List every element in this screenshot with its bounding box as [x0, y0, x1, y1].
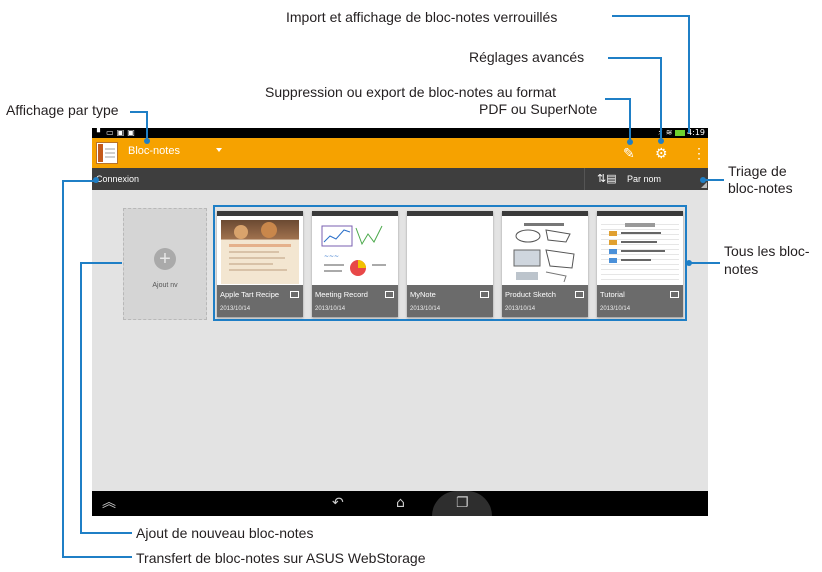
notebook-date: 2013/10/14 — [315, 306, 346, 312]
leader-line — [612, 15, 690, 17]
product-sketch-thumbnail — [513, 223, 575, 283]
callout-lock-import: Import et affichage de bloc-notes verrou… — [286, 9, 558, 25]
home-icon[interactable]: ⌂ — [396, 495, 405, 511]
battery-icon — [675, 129, 686, 136]
notebook-footer: Apple Tart Recipe 2013/10/14 — [217, 285, 303, 317]
leader-line — [82, 262, 122, 264]
type-dropdown[interactable]: Bloc-notes — [128, 145, 222, 157]
leader-line — [608, 57, 662, 59]
navigation-bar: ︽ ↶ ⌂ ❐ — [92, 491, 708, 516]
action-bar: Bloc-notes ✎ ⚙ ⋮ — [92, 138, 708, 168]
notebook-card[interactable]: ~~~ Meeting Record 2013/10/14 — [312, 211, 398, 317]
notebook-name: Apple Tart Recipe — [220, 290, 280, 299]
notebook-list: Apple Tart Recipe 2013/10/14 ~~~ Meeting… — [213, 205, 687, 321]
login-button[interactable]: Connexion — [96, 174, 139, 184]
notebook-card[interactable]: Tutorial 2013/10/14 — [597, 211, 683, 317]
callout-delete-export-1: Suppression ou export de bloc-notes au f… — [265, 84, 557, 100]
notebook-thumbnail — [601, 220, 679, 284]
notebook-thumbnail — [221, 220, 299, 284]
notebook-spine — [407, 211, 493, 216]
back-icon[interactable]: ↶ — [332, 495, 344, 511]
svg-text:~~~: ~~~ — [324, 253, 339, 260]
add-notebook-label: Ajout nv — [152, 282, 178, 289]
notebook-spine — [502, 211, 588, 216]
leader-line — [80, 262, 82, 534]
gear-icon[interactable]: ⚙ — [655, 145, 668, 161]
notebook-footer: Tutorial 2013/10/14 — [597, 285, 683, 317]
chevron-down-icon — [216, 148, 222, 152]
book-icon — [670, 291, 679, 298]
leader-line — [690, 262, 720, 264]
leader-line — [660, 57, 662, 141]
notebook-card[interactable]: MyNote 2013/10/14 — [407, 211, 493, 317]
callout-add-new: Ajout de nouveau bloc-notes — [136, 525, 314, 541]
recent-apps-icon[interactable]: ❐ — [456, 495, 469, 511]
sub-bar: Connexion ⇅▤ Par nom — [92, 168, 708, 190]
status-right: ⚡ ≋ 4:19 — [658, 128, 705, 137]
add-notebook-tile[interactable]: + Ajout nv — [123, 208, 207, 320]
sort-dropdown[interactable]: ⇅▤ Par nom — [584, 168, 708, 190]
type-dropdown-label: Bloc-notes — [128, 145, 180, 157]
notebook-thumbnail — [411, 220, 489, 284]
book-icon — [290, 291, 299, 298]
supernote-app-icon[interactable] — [96, 142, 118, 164]
book-icon — [385, 291, 394, 298]
notebook-name: Meeting Record — [315, 290, 368, 299]
notebook-footer: Product Sketch 2013/10/14 — [502, 285, 588, 317]
collapse-icon[interactable]: ︽ — [102, 495, 116, 511]
leader-line — [688, 15, 690, 133]
notification-icons: ▘▭▣▣ — [97, 128, 138, 137]
notebook-date: 2013/10/14 — [220, 306, 251, 312]
sort-label: Par nom — [627, 174, 662, 184]
callout-sort-2: bloc-notes — [728, 180, 793, 196]
notebook-date: 2013/10/14 — [505, 306, 536, 312]
callout-advanced-settings: Réglages avancés — [469, 49, 585, 65]
overflow-menu-icon[interactable]: ⋮ — [692, 145, 706, 161]
notebook-card[interactable]: Product Sketch 2013/10/14 — [502, 211, 588, 317]
leader-dot — [686, 260, 692, 266]
notebook-spine — [597, 211, 683, 216]
callout-delete-export-2: PDF ou SuperNote — [479, 101, 598, 117]
notebook-name: Tutorial — [600, 290, 625, 299]
meeting-record-thumbnail: ~~~ — [321, 225, 386, 276]
leader-dot — [144, 138, 150, 144]
leader-line — [605, 98, 631, 100]
book-icon — [575, 291, 584, 298]
leader-line — [62, 180, 64, 558]
sort-icon: ⇅▤ — [597, 173, 617, 185]
callout-all-2: notes — [724, 261, 759, 277]
leader-line — [629, 98, 631, 142]
notebook-spine — [312, 211, 398, 216]
book-icon — [480, 291, 489, 298]
notebook-thumbnail — [506, 220, 584, 284]
leader-dot — [93, 177, 99, 183]
callout-sort-1: Triage de — [728, 163, 787, 179]
callout-all-1: Tous les bloc- — [724, 243, 810, 259]
leader-line — [704, 179, 724, 181]
leader-line — [80, 532, 132, 534]
notebook-date: 2013/10/14 — [600, 306, 631, 312]
leader-dot — [700, 177, 706, 183]
notebook-footer: MyNote 2013/10/14 — [407, 285, 493, 317]
tutorial-thumbnail — [609, 223, 665, 263]
notebook-date: 2013/10/14 — [410, 306, 441, 312]
notebook-spine — [217, 211, 303, 216]
plus-icon: + — [154, 248, 176, 270]
tablet-screen: ▘▭▣▣ ⚡ ≋ 4:19 Bloc-notes ✎ ⚙ ⋮ Connexion… — [92, 128, 708, 516]
status-bar: ▘▭▣▣ ⚡ ≋ 4:19 — [92, 128, 708, 138]
leader-dot — [658, 138, 664, 144]
callout-transfer: Transfert de bloc-notes sur ASUS WebStor… — [136, 550, 426, 566]
callout-display-by-type: Affichage par type — [6, 102, 119, 118]
notebook-name: Product Sketch — [505, 290, 556, 299]
notebook-name: MyNote — [410, 290, 436, 299]
leader-line — [64, 180, 94, 182]
leader-dot — [627, 139, 633, 145]
notebook-footer: Meeting Record 2013/10/14 — [312, 285, 398, 317]
edit-export-icon[interactable]: ✎ — [623, 145, 635, 161]
leader-line — [62, 556, 132, 558]
notebook-card[interactable]: Apple Tart Recipe 2013/10/14 — [217, 211, 303, 317]
notebook-thumbnail: ~~~ — [316, 220, 394, 284]
apple-tart-thumbnail — [229, 222, 291, 271]
leader-line — [146, 111, 148, 141]
